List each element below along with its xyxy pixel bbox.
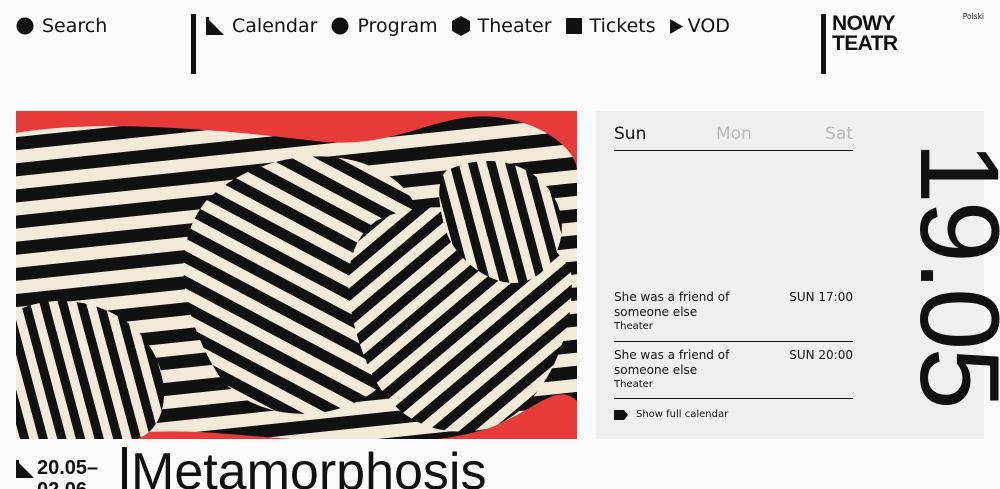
nav-item-label: Calendar xyxy=(232,15,318,37)
teaser-date-end: 02.06 xyxy=(37,479,98,489)
search-icon xyxy=(16,17,34,35)
event-venue: Theater xyxy=(614,321,653,332)
logo-bar xyxy=(821,14,826,74)
tag-arrow-icon xyxy=(614,409,628,420)
event-venue: Theater xyxy=(614,379,653,390)
nav-item-calendar[interactable]: Calendar xyxy=(206,15,317,37)
op-art-artwork xyxy=(16,111,577,439)
play-icon xyxy=(669,18,683,34)
teaser-date-start: 20.05– xyxy=(37,457,99,479)
selected-date: 19.05 xyxy=(897,141,1000,407)
event-title: She was a friend of someone else xyxy=(614,290,730,319)
day-tab-mon[interactable]: Mon xyxy=(716,124,752,144)
teaser-title-text: Metamorphosis xyxy=(131,443,487,489)
event-time: SUN 20:00 xyxy=(789,348,853,362)
day-selector: Sun Mon Sat xyxy=(614,124,853,151)
show-full-calendar-link[interactable]: Show full calendar xyxy=(614,409,728,420)
show-full-calendar-label: Show full calendar xyxy=(636,409,729,420)
event-time: SUN 17:00 xyxy=(789,290,853,304)
square-icon xyxy=(565,18,582,34)
corner-triangle-icon xyxy=(206,17,224,35)
circle-icon xyxy=(331,17,349,35)
nav-item-program[interactable]: Program xyxy=(331,15,438,37)
logo-line-1: NOWY xyxy=(832,12,896,35)
event-item[interactable]: She was a friend of someone else Theater… xyxy=(614,290,853,334)
nav-item-label: VOD xyxy=(687,15,730,37)
teaser-title[interactable]: Metamorphosis xyxy=(122,444,486,489)
teaser-title-bar xyxy=(122,447,127,489)
nav-item-label: Program xyxy=(357,15,438,37)
event-divider xyxy=(614,398,853,399)
search-label: Search xyxy=(42,15,108,37)
search-button[interactable]: Search xyxy=(16,14,107,38)
corner-triangle-icon xyxy=(16,460,34,478)
nav-item-tickets[interactable]: Tickets xyxy=(565,15,656,37)
nav-item-vod[interactable]: VOD xyxy=(669,15,730,37)
event-title: She was a friend of someone else xyxy=(614,348,730,377)
logo-line-2: TEATR xyxy=(832,32,898,55)
header-divider xyxy=(191,14,196,74)
nav-item-label: Theater xyxy=(477,15,552,37)
day-tab-sat[interactable]: Sat xyxy=(825,124,853,144)
teaser-date-text: 20.05– 02.06 xyxy=(37,457,98,489)
logo-nowy-teatr[interactable]: NOWY TEATR xyxy=(821,12,898,74)
nav-item-label: Tickets xyxy=(589,15,656,37)
teaser-date[interactable]: 20.05– 02.06 xyxy=(16,457,98,489)
hexagon-icon xyxy=(451,16,470,36)
day-tab-sun[interactable]: Sun xyxy=(614,124,646,144)
logo-text: NOWY TEATR xyxy=(832,12,898,74)
language-switch[interactable]: Polski xyxy=(963,12,984,21)
main-nav: Calendar Program Theater Tickets VOD xyxy=(206,14,730,38)
nav-item-theater[interactable]: Theater xyxy=(451,15,552,37)
hero-image[interactable] xyxy=(16,111,577,439)
event-divider xyxy=(614,341,853,342)
event-item[interactable]: She was a friend of someone else Theater… xyxy=(614,348,853,392)
calendar-panel: Sun Mon Sat She was a friend of someone … xyxy=(596,111,1000,439)
